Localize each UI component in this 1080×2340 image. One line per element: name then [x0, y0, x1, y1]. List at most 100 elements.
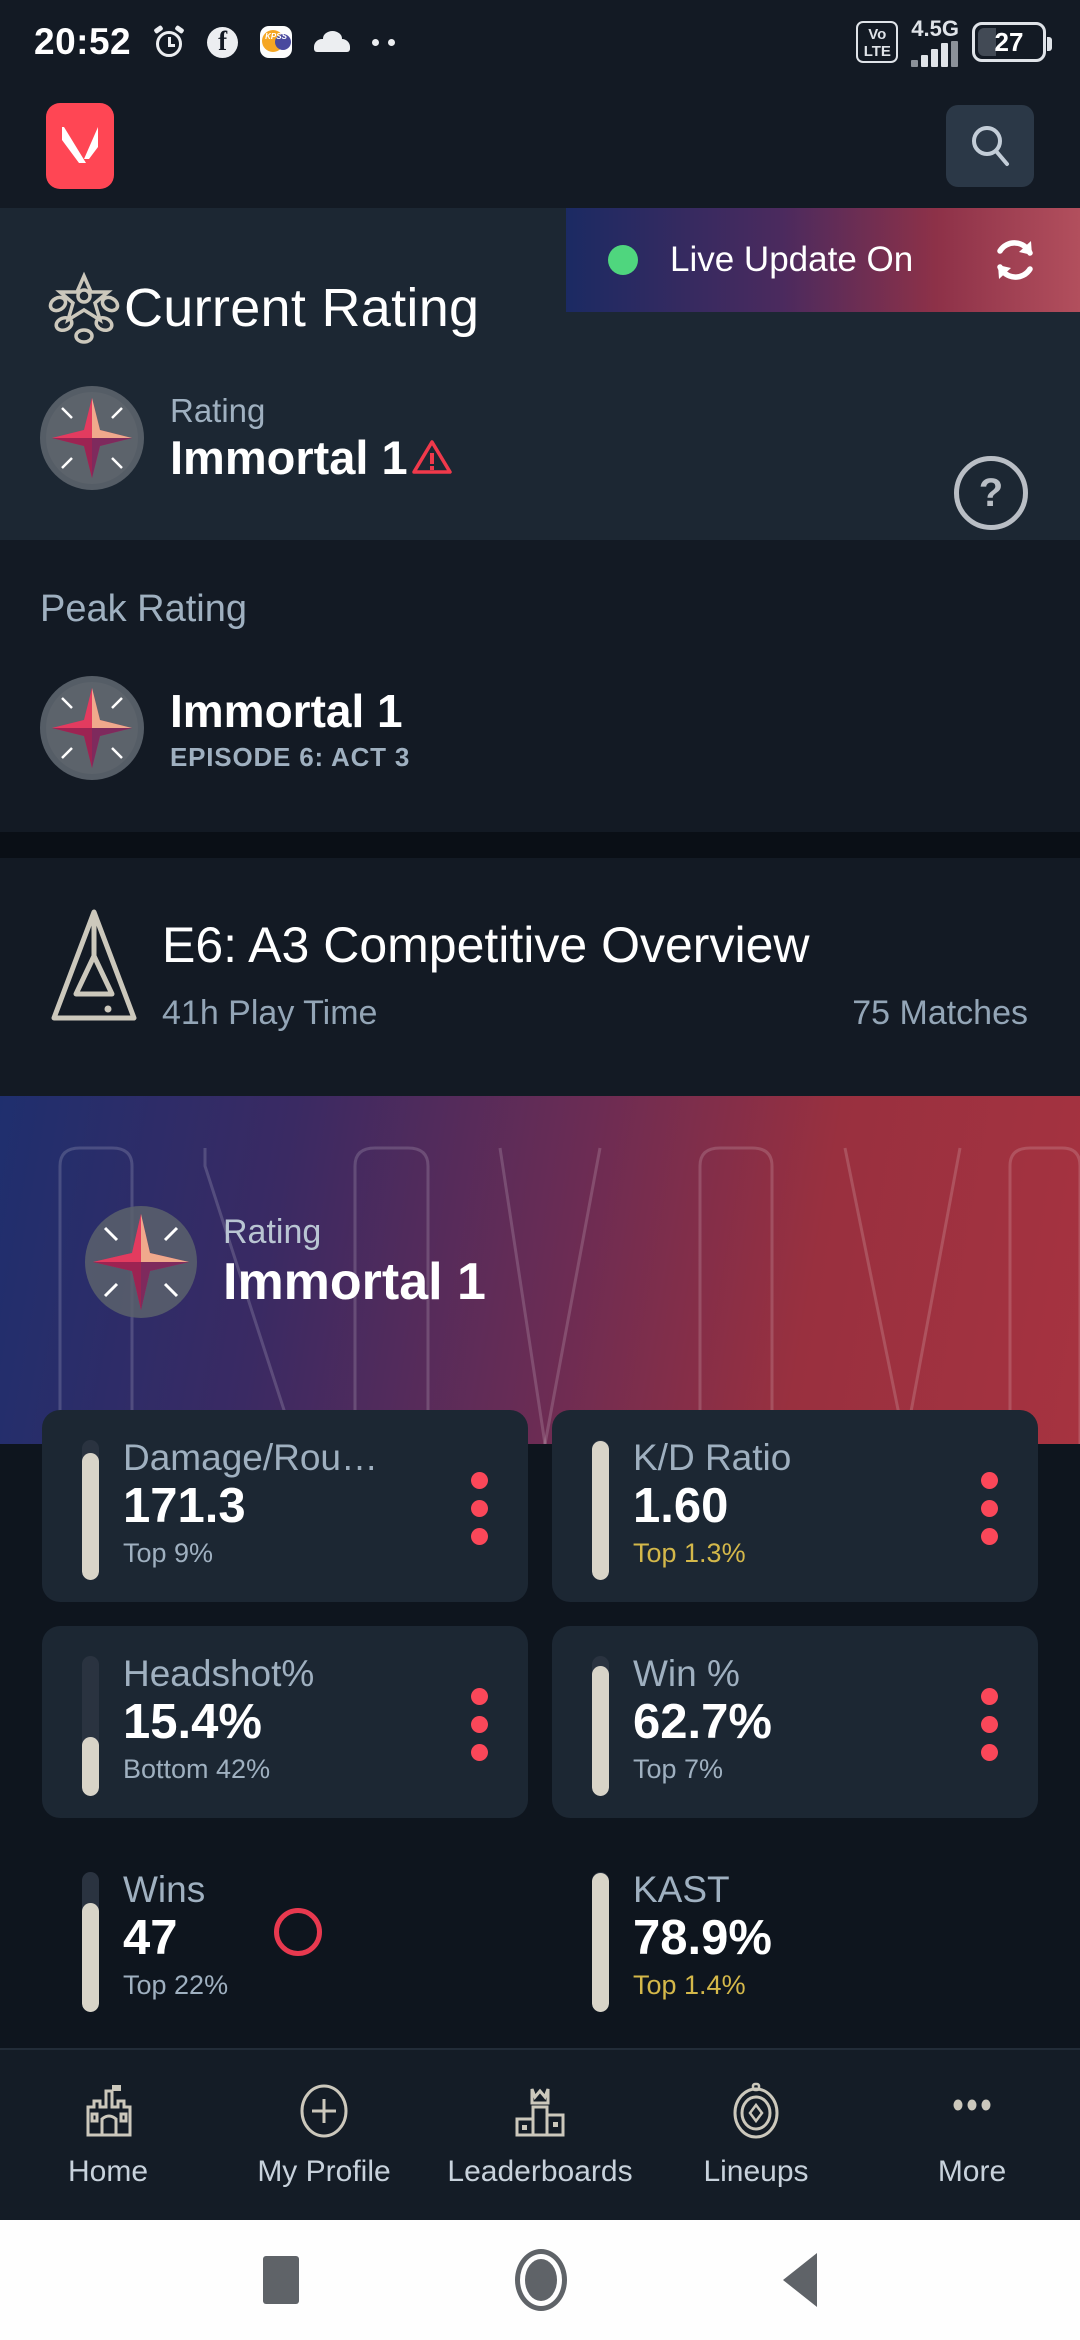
- stat-label: Wins: [123, 1869, 206, 1910]
- stat-label: K/D Ratio: [633, 1437, 792, 1478]
- stat-menu-button[interactable]: [471, 1472, 488, 1545]
- overview-play-time: 41h Play Time: [162, 994, 378, 1032]
- plus-circle-icon: [300, 2084, 348, 2138]
- stat-card-body: Wins 47 Top 22%: [123, 1868, 228, 2034]
- status-time: 20:52: [34, 21, 132, 62]
- app-notification-icon: KPSS: [260, 26, 293, 58]
- overview-matches: 75 Matches: [852, 994, 1028, 1032]
- rating-value-wrap: Immortal 1: [170, 430, 452, 485]
- battery-indicator: 27: [972, 22, 1052, 62]
- overview-title: E6: A3 Competitive Overview: [162, 917, 810, 973]
- facebook-icon: f: [207, 26, 239, 58]
- battery-level: 27: [994, 26, 1024, 57]
- live-update-label: Live Update On: [670, 240, 914, 279]
- valorant-logo[interactable]: [46, 103, 114, 189]
- stat-label: Win %: [633, 1653, 740, 1694]
- stat-card-wins[interactable]: Wins 47 Top 22%: [42, 1842, 528, 2034]
- nav-item-more[interactable]: More: [864, 2081, 1080, 2189]
- stat-cards: Damage/Rou… 171.3 Top 9% K/D Ratio 1.60 …: [0, 1410, 1080, 2058]
- stat-menu-button[interactable]: [981, 1688, 998, 1761]
- stat-card-body: Damage/Rou… 171.3 Top 9%: [123, 1436, 378, 1602]
- stat-label: KAST: [633, 1869, 730, 1910]
- stat-rank: Top 22%: [123, 1970, 229, 2000]
- nav-item-my-profile[interactable]: My Profile: [216, 2081, 432, 2189]
- app-icon-text: KPSS: [265, 32, 287, 41]
- stat-bar-track: [592, 1872, 609, 2012]
- stat-bar-track: [82, 1656, 99, 1796]
- nav-item-leaderboards[interactable]: Leaderboards: [432, 2081, 648, 2189]
- stat-card-headshot-percent[interactable]: Headshot% 15.4% Bottom 42%: [42, 1626, 528, 1818]
- stat-bar-track: [592, 1440, 609, 1580]
- nav-label: My Profile: [257, 2155, 391, 2188]
- stat-card-row: Damage/Rou… 171.3 Top 9% K/D Ratio 1.60 …: [0, 1410, 1080, 1602]
- status-bar-left: 20:52 f KPSS: [34, 21, 396, 63]
- stat-card-win-percent[interactable]: Win % 62.7% Top 7%: [552, 1626, 1038, 1818]
- stat-value: 171.3: [123, 1479, 246, 1533]
- nav-item-lineups[interactable]: Lineups: [648, 2081, 864, 2189]
- signal-bars-icon: [911, 40, 959, 67]
- recents-button[interactable]: [263, 2256, 299, 2304]
- stat-value: 78.9%: [633, 1911, 772, 1965]
- nav-label: More: [937, 2155, 1007, 2188]
- warning-icon[interactable]: [411, 439, 452, 475]
- stat-rank: Top 1.3%: [633, 1538, 746, 1568]
- volte-top: Vo: [868, 26, 887, 43]
- home-button[interactable]: [515, 2249, 567, 2311]
- stat-rank: Top 9%: [123, 1538, 214, 1568]
- stat-card-row: Wins 47 Top 22% KAST 78.9% Top 1.4%: [0, 1842, 1080, 2034]
- rank-badge-icon: [40, 386, 144, 490]
- current-rating-text: Rating Immortal 1: [170, 392, 452, 485]
- stat-card-body: KAST 78.9% Top 1.4%: [633, 1868, 772, 2034]
- stat-card-kast[interactable]: KAST 78.9% Top 1.4%: [552, 1842, 1038, 2034]
- stat-card-kd-ratio[interactable]: K/D Ratio 1.60 Top 1.3%: [552, 1410, 1038, 1602]
- nav-label: Lineups: [703, 2155, 809, 2188]
- rating-banner: Rating Immortal 1 47 W 28 L: [0, 1096, 1080, 1444]
- current-rating-header: Current Rating: [40, 266, 479, 350]
- stat-card-damage-per-round[interactable]: Damage/Rou… 171.3 Top 9%: [42, 1410, 528, 1602]
- laurel-wreath-icon: [48, 271, 120, 344]
- peak-rating-label: Peak Rating: [40, 588, 248, 630]
- nav-item-home[interactable]: Home: [0, 2081, 216, 2189]
- current-rating-row[interactable]: Rating Immortal 1: [40, 386, 452, 490]
- peak-rating-episode: EPISODE 6: ACT 3: [170, 741, 411, 772]
- stat-menu-button[interactable]: [981, 1472, 998, 1545]
- stat-label: Headshot%: [123, 1653, 315, 1694]
- page-title: Current Rating: [124, 278, 480, 338]
- overview-section: E6: A3 Competitive Overview 41h Play Tim…: [0, 858, 1080, 1096]
- stat-card-row: Headshot% 15.4% Bottom 42% Win % 62.7% T…: [0, 1626, 1080, 1818]
- peak-rating-value: Immortal 1: [170, 684, 403, 737]
- refresh-icon[interactable]: [988, 233, 1042, 287]
- act-rank-triangle-icon: [51, 909, 137, 1021]
- banner-rank-badge-icon: [85, 1206, 197, 1318]
- stat-rank: Top 1.4%: [633, 1970, 746, 2000]
- stat-value: 62.7%: [633, 1695, 772, 1749]
- more-dots-icon: [372, 38, 396, 46]
- app-bar: [0, 84, 1080, 208]
- stat-bar-track: [592, 1656, 609, 1796]
- stat-rank: Top 7%: [633, 1754, 724, 1784]
- back-button[interactable]: [783, 2253, 817, 2307]
- ellipsis-icon: [953, 2099, 991, 2111]
- stat-card-body: Win % 62.7% Top 7%: [633, 1652, 772, 1818]
- rating-label: Rating: [170, 391, 266, 429]
- help-badge[interactable]: ?: [954, 456, 1028, 530]
- highlight-ring-icon: [274, 1908, 322, 1956]
- bottom-navigation: Home My Profile Leaderboards Lineups Mor…: [0, 2048, 1080, 2220]
- banner-rating-value: Immortal 1: [223, 1252, 486, 1311]
- search-button[interactable]: [946, 105, 1034, 187]
- rating-value: Immortal 1: [170, 430, 408, 484]
- volte-bottom: LTE: [863, 43, 891, 60]
- stat-menu-button[interactable]: [471, 1688, 488, 1761]
- banner-rating-row: Rating Immortal 1: [85, 1206, 486, 1318]
- status-bar-right: Vo LTE 4.5G 27: [856, 15, 1052, 67]
- banner-rating-label: Rating: [223, 1212, 322, 1251]
- network-type: 4.5G: [911, 15, 959, 41]
- search-icon: [972, 126, 1009, 166]
- nav-label: Home: [67, 2155, 149, 2188]
- volte-icon: Vo LTE: [856, 21, 899, 63]
- peak-rating-section: Peak Rating Immortal 1 EPISODE 6: ACT 3: [0, 540, 1080, 832]
- stat-bar-track: [82, 1872, 99, 2012]
- peak-rating-row[interactable]: Immortal 1 EPISODE 6: ACT 3: [40, 676, 410, 780]
- live-status-dot: [608, 245, 638, 275]
- live-update-banner[interactable]: Live Update On: [566, 208, 1080, 312]
